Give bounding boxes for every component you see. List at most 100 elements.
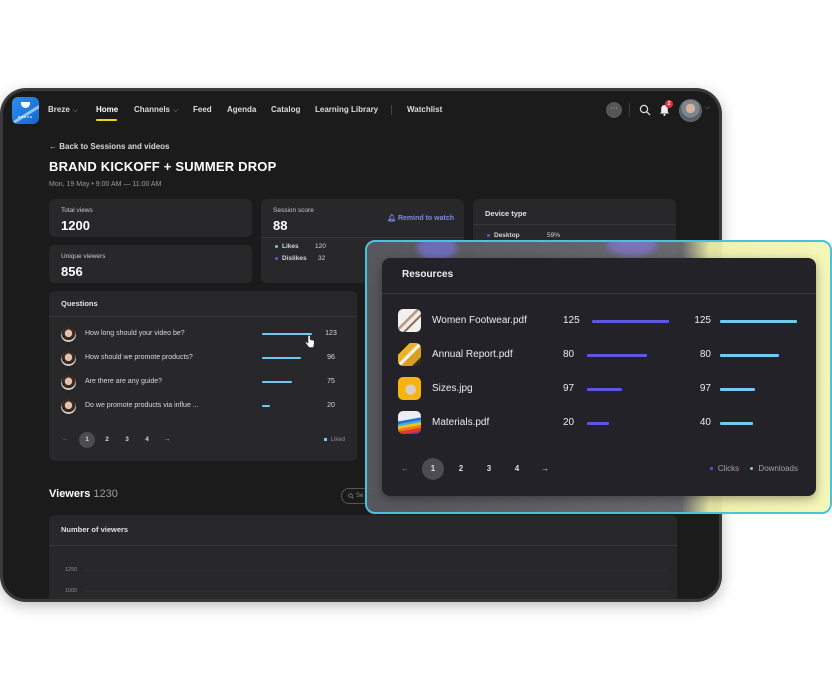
remind-label: Remind to watch [397,215,454,222]
question-row[interactable]: How long should your video be? 123 [61,327,345,343]
stat-value: 88 [273,218,288,233]
file-name[interactable]: Annual Report.pdf [432,349,513,360]
stat-label: Session score [273,207,314,214]
file-name[interactable]: Sizes.jpg [432,383,473,394]
divider [49,545,677,546]
file-name[interactable]: Materials.pdf [432,417,489,428]
divider [49,316,357,317]
next-page-button[interactable]: → [159,432,175,448]
resource-row[interactable]: Sizes.jpg 97 97 [398,377,802,401]
clicks-count: 97 [563,383,575,394]
page-button-4[interactable]: 4 [506,458,528,480]
clicks-bar [592,320,669,323]
user-avatar[interactable] [679,99,702,122]
question-row[interactable]: Do we promote products via influe ... 20 [61,399,345,415]
nav-item-catalog[interactable]: Catalog [271,105,300,114]
logo-wordmark: BREZE [17,115,34,119]
downloads-count: 97 [699,383,711,394]
stat-value: 1200 [61,218,90,233]
file-thumbnail [398,343,421,366]
breze-logo[interactable]: BREZE [12,97,39,124]
likes-legend: Likes [275,243,299,250]
card-title: Device type [485,209,527,218]
search-icon[interactable] [639,104,651,116]
nav-item-watchlist[interactable]: Watchlist [407,105,442,114]
page-button-2[interactable]: 2 [450,458,472,480]
prev-page-button[interactable]: ← [394,458,416,480]
nav-item-feed[interactable]: Feed [193,105,212,114]
desktop-value: 59% [547,232,561,239]
viewers-count: 1230 [93,488,118,500]
chevron-down-icon[interactable]: ⌵ [705,105,710,112]
page-button-3[interactable]: 3 [478,458,500,480]
question-row[interactable]: How should we promote products? 96 [61,351,345,367]
viewers-chart-card: Number of viewers [49,515,677,599]
question-text: How should we promote products? [85,354,193,361]
downloads-count: 40 [699,417,711,428]
back-link[interactable]: ← Back to Sessions and videos [49,142,170,151]
question-text: Do we promote products via influe ... [85,402,199,409]
back-link-label: Back to Sessions and videos [59,142,170,151]
likes-bar [262,357,301,359]
likes-value: 120 [315,243,326,250]
resource-row[interactable]: Materials.pdf 20 40 [398,411,802,435]
likes-count: 96 [327,354,335,361]
resource-row[interactable]: Women Footwear.pdf 125 125 [398,309,802,333]
page-button-3[interactable]: 3 [119,432,135,448]
page-button-1[interactable]: 1 [422,458,444,480]
divider [382,293,816,294]
nav-label: Breze [48,105,70,114]
search-icon [348,493,354,499]
dislikes-label: Dislikes [282,255,307,262]
nav-item-home[interactable]: Home [96,105,118,114]
nav-item-learning-library[interactable]: Learning Library [315,105,378,114]
downloads-bar [720,354,779,357]
nav-item-breze[interactable]: Breze ⌵ [48,105,78,115]
gridline [83,570,667,571]
viewers-heading: Viewers 1230 [49,488,118,500]
more-icon: ··· [610,105,618,112]
top-nav: BREZE Breze ⌵ Home Channels ⌵ Feed Agenda … [3,91,719,131]
y-tick-label: 1250 [65,567,78,573]
likes-count: 123 [325,330,337,337]
more-button[interactable]: ··· [606,102,622,118]
nav-divider [391,105,392,115]
logo-bird-icon [21,102,30,108]
nav-item-channels[interactable]: Channels ⌵ [134,105,178,115]
asker-avatar [61,351,76,366]
divider [473,224,676,225]
dislikes-dot [275,256,278,260]
remind-to-watch-button[interactable]: 🔔︎ Remind to watch [387,214,454,222]
likes-label: Likes [282,243,299,250]
resource-row[interactable]: Annual Report.pdf 80 80 [398,343,802,367]
next-page-button[interactable]: → [534,458,556,480]
divider [261,237,464,238]
liked-dot [323,437,327,441]
chevron-down-icon: ⌵ [72,107,79,114]
nav-item-agenda[interactable]: Agenda [227,105,256,114]
downloads-count: 80 [699,349,711,360]
nav-label: Channels [134,105,171,114]
downloads-legend-label: Downloads [758,464,798,473]
page-button-1[interactable]: 1 [79,432,95,448]
resources-legend: Clicks Downloads [701,464,798,473]
clicks-legend-label: Clicks [717,464,740,473]
likes-count: 20 [327,402,335,409]
likes-bar [262,381,292,383]
page-button-4[interactable]: 4 [139,432,155,448]
question-row[interactable]: Are there are any guide? 75 [61,375,345,391]
file-name[interactable]: Women Footwear.pdf [432,315,527,326]
asker-avatar [61,375,76,390]
prev-page-button[interactable]: ← [57,432,73,448]
search-placeholder: Se [356,493,364,499]
dislikes-legend: Dislikes [275,255,307,262]
stat-label: Unique viewers [61,253,106,260]
unique-viewers-card: Unique viewers 856 [49,245,252,283]
clicks-bar [587,422,609,425]
card-title: Number of viewers [61,525,129,534]
questions-card: Questions How long should your video be?… [49,291,357,461]
page-button-2[interactable]: 2 [99,432,115,448]
question-text: Are there are any guide? [85,378,163,385]
asker-avatar [61,327,76,342]
gridline [83,591,667,592]
